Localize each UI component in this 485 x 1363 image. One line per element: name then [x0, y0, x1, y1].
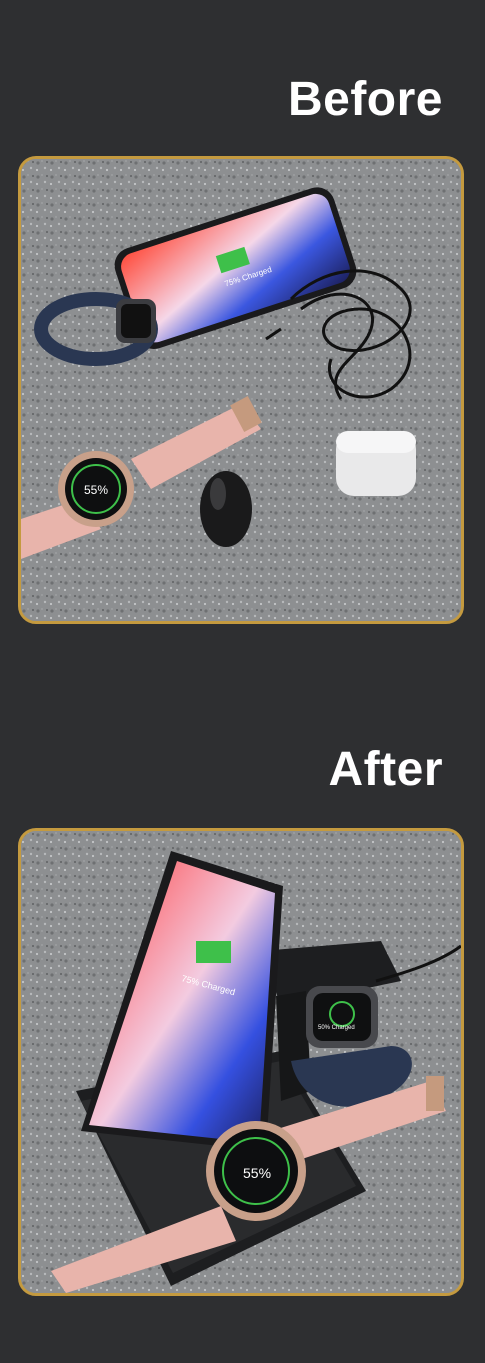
- black-capsule: [200, 471, 252, 547]
- before-heading: Before: [287, 73, 443, 126]
- small-watch-status-text: 50% Charged: [318, 1025, 355, 1031]
- after-heading: After: [328, 743, 443, 796]
- before-photo: 75% Charged 55%: [18, 156, 464, 624]
- watch-reading-text: 55%: [84, 483, 108, 497]
- after-photo: 75% Charged 50% Charged 55%: [18, 828, 464, 1296]
- watch-reading-text: 55%: [243, 1165, 271, 1181]
- earbuds-case: [336, 431, 416, 496]
